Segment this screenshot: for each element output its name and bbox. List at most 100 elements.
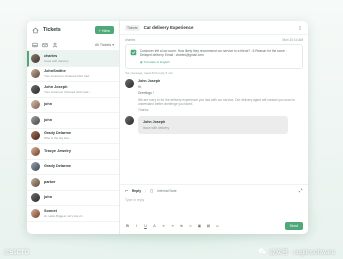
reply-line: We are sorry to for the delivery experie…: [138, 97, 295, 106]
avatar: [31, 84, 40, 94]
ticket-filter-row: All Tickets ▾: [27, 39, 119, 51]
user-icon[interactable]: [52, 42, 58, 48]
reply-arrow-icon: ↩: [125, 188, 128, 193]
chevron-down-icon: ▾: [112, 42, 114, 47]
message-author: charles: [125, 38, 136, 42]
survey-message-card: Customer left a low score. How likely th…: [125, 44, 303, 69]
more-options-icon[interactable]: [297, 25, 303, 31]
ticket-detail-pane: Tickets Car delivery Experience charles …: [120, 21, 308, 234]
ticket-row[interactable]: Sonnet Hi, Hello Biggest, let's lots of..…: [27, 206, 119, 222]
reply-composer: ↩ Reply | ▢ Internal Note Type in reply …: [120, 184, 308, 234]
avatar: [31, 100, 40, 110]
ticket-row[interactable]: john: [27, 113, 119, 129]
template-icon[interactable]: ▤: [206, 224, 211, 228]
send-button[interactable]: Send: [284, 222, 303, 230]
internal-note: John Joseph Issue with delivery: [125, 115, 303, 134]
ticket-name: Grady Delarme: [44, 164, 72, 169]
watermark-left: @51CTO: [4, 250, 30, 256]
ticket-name: john: [44, 102, 53, 107]
avatar: [31, 208, 40, 218]
bullet-list-icon[interactable]: ≡: [161, 224, 166, 228]
ticket-preview: Issue with delivery: [44, 58, 69, 63]
avatar: [31, 162, 40, 172]
avatar: [31, 177, 40, 187]
avatar: [125, 115, 134, 125]
emoji-icon[interactable]: ☺: [188, 224, 193, 228]
mail-icon[interactable]: [42, 42, 48, 48]
reply-line: Thanks: [138, 107, 149, 112]
avatar: [31, 131, 40, 141]
new-ticket-button[interactable]: + New: [94, 26, 114, 34]
tab-reply[interactable]: Reply: [132, 189, 141, 193]
expand-icon[interactable]: [298, 188, 303, 193]
ticket-name: john: [44, 195, 53, 200]
ticket-subject: Car delivery Experience: [143, 25, 194, 30]
ticketing-app-window: Tickets + New All Tickets ▾ charles Issue…: [27, 21, 308, 234]
survey-icon: [130, 49, 137, 56]
wechat-icon: [258, 248, 267, 255]
reply-author: John Joseph: [138, 78, 161, 83]
ticket-row[interactable]: parker: [27, 175, 119, 191]
plus-icon: +: [98, 27, 101, 33]
ticket-preview: Hi, Hello Biggest, let's lots of...: [44, 213, 85, 218]
ticket-list-pane: Tickets + New All Tickets ▾ charles Issue…: [27, 21, 120, 234]
ticket-row[interactable]: JohnSmithe Your Customer Ordered tshirt h…: [27, 67, 119, 82]
ticket-name: JohnSmithe: [44, 69, 66, 74]
filter-dropdown[interactable]: All Tickets ▾: [95, 43, 114, 47]
ticket-name: John Joseph: [44, 84, 68, 89]
link-icon[interactable]: ⊕: [179, 224, 184, 228]
note-text: Issue with delivery: [143, 125, 170, 130]
page-title: Tickets: [43, 27, 61, 33]
ticket-preview: Who is the big star...: [44, 136, 72, 141]
ticket-row[interactable]: Tracye Jewelry: [27, 144, 119, 160]
inbox-icon[interactable]: [32, 42, 38, 48]
ticket-row[interactable]: John Joseph Your customer Ordered tshirt …: [27, 82, 119, 98]
numbered-list-icon[interactable]: ≡: [170, 224, 175, 228]
formatting-toolbar: B I U A ≡ ≡ ⊕ ☺ ▣ ▤ ▭ Send: [125, 222, 303, 230]
underline-icon[interactable]: U: [143, 224, 148, 228]
agent-reply: John Joseph Hi, Greetings ! We are sorry…: [125, 78, 303, 112]
avatar: [31, 53, 40, 63]
note-author: John Joseph: [143, 119, 166, 124]
ticket-preview: Your customer Ordered tshirt had...: [44, 89, 91, 94]
message-meta: charles Mon 10:14 AM: [125, 38, 303, 42]
avatar: [125, 78, 134, 88]
avatar: [31, 193, 40, 203]
ticket-name: john: [44, 117, 53, 122]
watermark-right: 公众号 · cogitosoftware: [258, 247, 335, 256]
translate-link[interactable]: ◉ Translate to English: [140, 60, 298, 64]
ticket-preview: Your Customer Ordered tshirt had...: [44, 74, 92, 79]
reply-line: Hi,: [138, 84, 142, 89]
message-channel-meta: Via message, rated 6/10 reply 5 min: [125, 70, 173, 75]
image-icon[interactable]: ▣: [197, 224, 202, 228]
text-color-icon[interactable]: A: [152, 224, 157, 228]
ticket-row[interactable]: Grady Delarme Who is the big star...: [27, 129, 119, 144]
internal-note-bubble: John Joseph Issue with delivery: [138, 115, 288, 134]
survey-message-text: Customer left a low score. How likely th…: [140, 49, 287, 58]
ticket-detail-header: Tickets Car delivery Experience: [120, 21, 308, 35]
message-thread: charles Mon 10:14 AM Customer left a low…: [120, 35, 308, 184]
ticket-name: Tracye Jewelry: [44, 148, 72, 153]
ticket-name: Grady Delarme: [44, 131, 72, 136]
breadcrumb-tag[interactable]: Tickets: [125, 24, 140, 31]
attachment-icon[interactable]: ▭: [215, 224, 220, 228]
tab-internal-note[interactable]: Internal Note: [157, 189, 176, 193]
ticket-name: parker: [44, 179, 56, 184]
bold-icon[interactable]: B: [125, 224, 130, 228]
avatar: [31, 115, 40, 125]
avatar: [31, 146, 40, 156]
ticket-row[interactable]: john: [27, 191, 119, 206]
ticket-name: charles: [44, 53, 58, 58]
reply-line: Greetings !: [138, 91, 154, 96]
ticket-row[interactable]: Grady Delarme: [27, 160, 119, 175]
note-icon: ▢: [149, 188, 154, 193]
italic-icon[interactable]: I: [134, 224, 139, 228]
ticket-row[interactable]: charles Issue with delivery: [27, 51, 119, 67]
reply-input[interactable]: Type in reply: [125, 198, 303, 222]
ticket-list-header: Tickets + New: [27, 21, 119, 39]
composer-tabs: ↩ Reply | ▢ Internal Note: [125, 188, 303, 193]
ticket-row[interactable]: john: [27, 98, 119, 113]
avatar: [31, 69, 40, 79]
home-icon[interactable]: [32, 27, 39, 34]
ticket-name: Sonnet: [44, 208, 57, 213]
